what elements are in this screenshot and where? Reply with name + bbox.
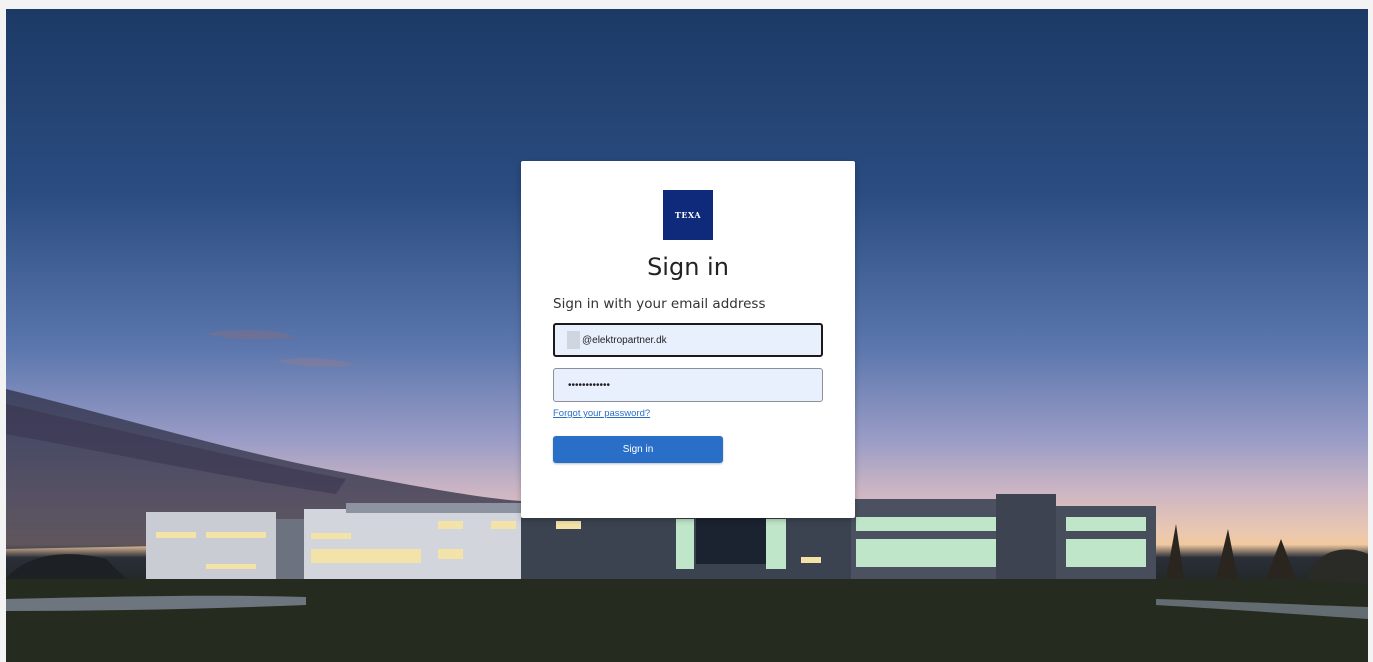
page-title: Sign in (647, 253, 729, 281)
email-field[interactable]: @elektropartner.dk (553, 323, 823, 357)
email-value: @elektropartner.dk (582, 334, 667, 346)
sign-in-card: TEXA Sign in Sign in with your email add… (521, 161, 855, 518)
sign-in-subtitle: Sign in with your email address (553, 296, 766, 312)
password-value: •••••••••••• (568, 379, 611, 391)
redacted-text (567, 331, 580, 349)
sign-in-button[interactable]: Sign in (553, 436, 723, 463)
texa-logo: TEXA (663, 190, 713, 240)
password-field[interactable]: •••••••••••• (553, 368, 823, 402)
forgot-password-link[interactable]: Forgot your password? (553, 408, 650, 419)
logo-text: TEXA (674, 210, 702, 220)
